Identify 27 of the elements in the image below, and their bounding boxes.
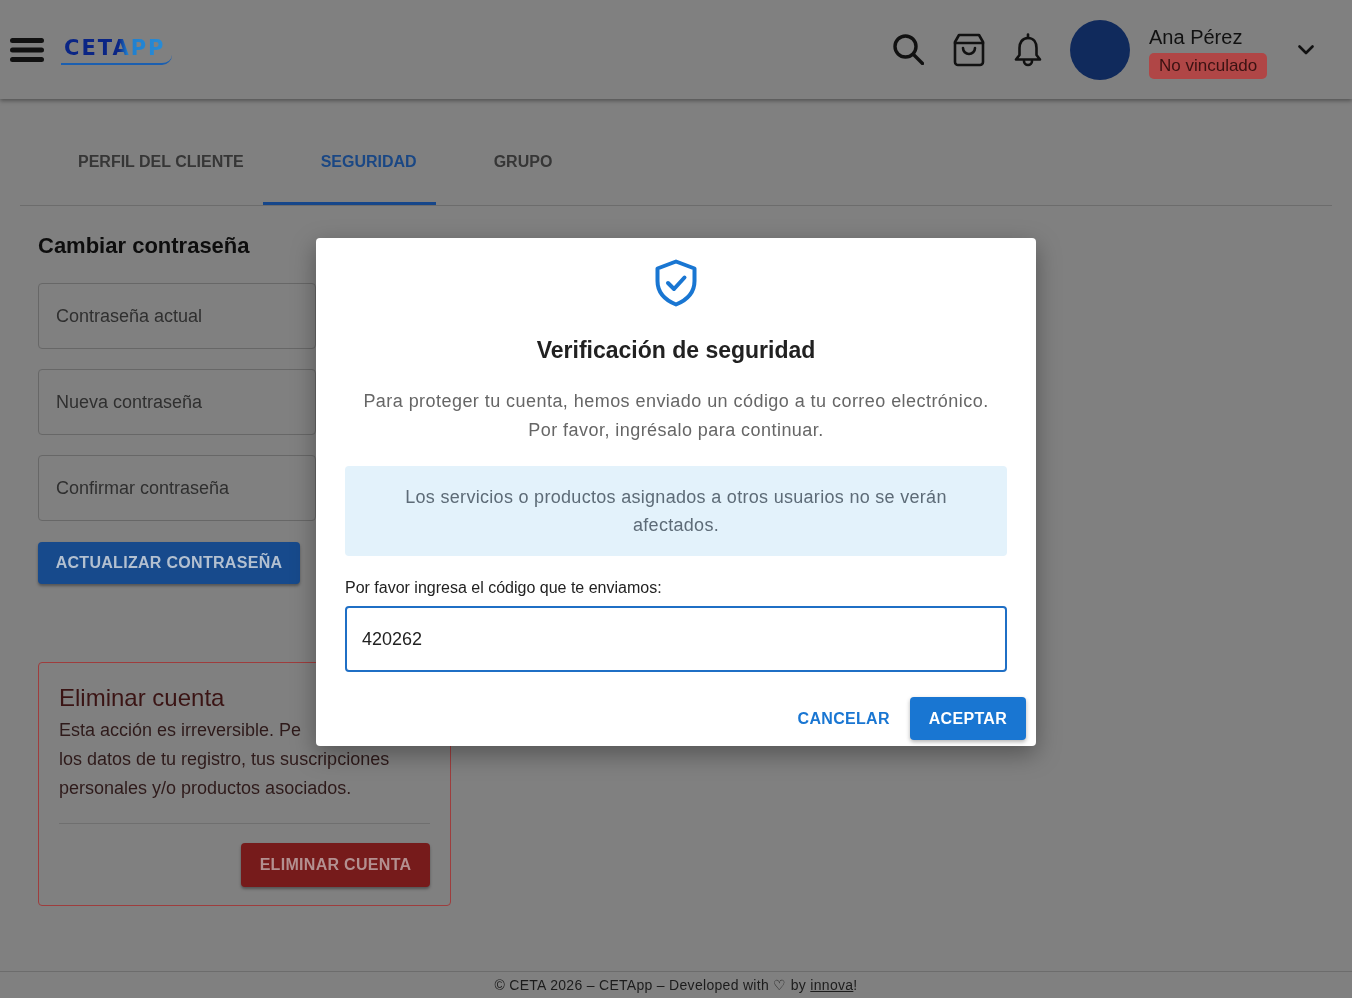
tab[interactable]: SEGURIDAD — [262, 119, 436, 205]
shopping-bag-icon[interactable] — [953, 32, 985, 67]
password-field[interactable]: Nueva contraseña — [38, 369, 316, 435]
cancel-button[interactable]: CANCELAR — [787, 697, 900, 740]
section-title: Cambiar contraseña — [38, 232, 251, 260]
delete-account-button[interactable]: ELIMINAR CUENTA — [241, 843, 430, 887]
tab[interactable]: GRUPO — [435, 119, 572, 205]
status-badge: No vinculado — [1149, 52, 1268, 79]
accept-button[interactable]: ACEPTAR — [909, 697, 1026, 740]
card-title: Eliminar cuenta — [59, 683, 226, 713]
password-field[interactable]: Confirmar contraseña — [38, 455, 316, 521]
footer-text: © CETA 2026 – CETApp – Developed with ♡ by innova! — [494, 977, 858, 993]
password-field[interactable]: Contraseña actual — [38, 283, 316, 349]
bell-icon[interactable] — [1013, 32, 1043, 67]
tab[interactable]: PERFIL DEL CLIENTE — [20, 119, 263, 205]
user-name: Ana Pérez — [1149, 24, 1243, 49]
info-notice: Los servicios o productos asignados a otros usuarios no se verán afectados. — [345, 466, 1007, 556]
warning-text: Esta acción es irreversible. Pe los datos de tu registro, tus suscripciones personales y/o productos asociados. — [59, 719, 391, 800]
code-input[interactable]: 420262 — [345, 606, 1007, 672]
dialog-message: Para proteger tu cuenta, hemos enviado un código a tu correo electrónico. Por favor, ingrésalo para continuar. — [362, 390, 990, 442]
field-label: Por favor ingresa el código que te enviamos: — [345, 578, 662, 598]
search-icon[interactable] — [893, 34, 924, 65]
update-password-button[interactable]: ACTUALIZAR CONTRASEÑA — [38, 542, 300, 584]
chevron-down-icon[interactable] — [1298, 44, 1314, 55]
shield-check-icon — [654, 259, 698, 307]
menu-icon[interactable] — [10, 37, 44, 62]
dialog-title: Verificación de seguridad — [536, 336, 816, 365]
